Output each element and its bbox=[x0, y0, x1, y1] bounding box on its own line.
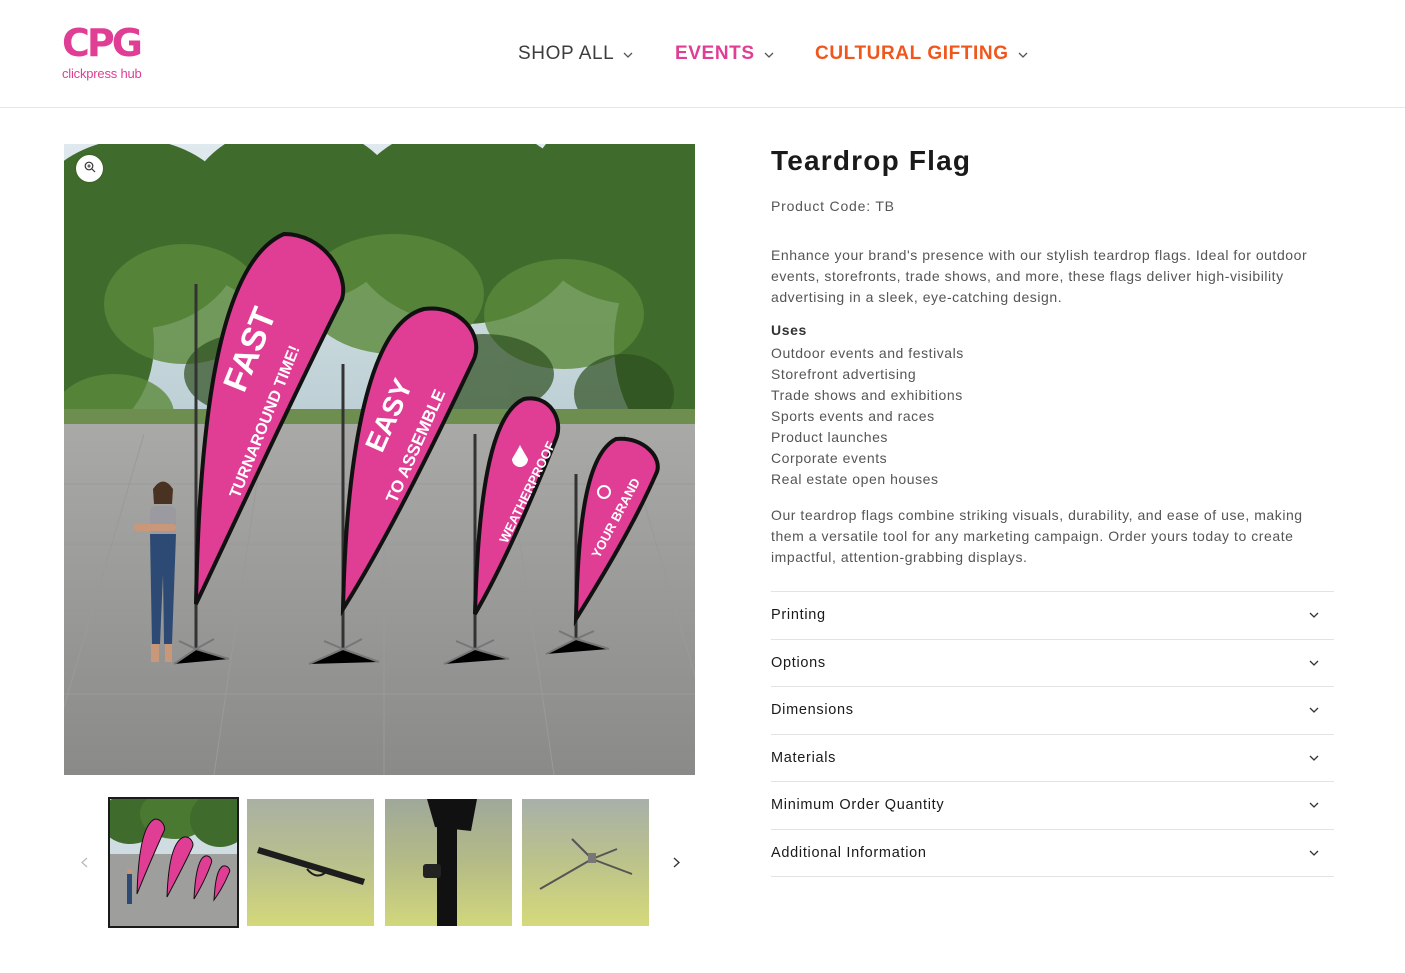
nav-shop-all-label: SHOP ALL bbox=[518, 43, 615, 64]
zoom-in-icon bbox=[84, 160, 96, 178]
thumbnail-base-image bbox=[522, 799, 649, 926]
chevron-down-icon bbox=[1304, 755, 1324, 761]
main-nav: SHOP ALL EVENTS CULTURAL GIFTING bbox=[0, 42, 1405, 66]
product-title: Teardrop Flag bbox=[771, 145, 972, 176]
logo-subtitle: clickpress hub bbox=[62, 66, 142, 81]
accordion-label: Additional Information bbox=[771, 844, 927, 861]
product-accordion: Printing Options Dimensions Materials Mi… bbox=[771, 591, 1334, 877]
accordion-materials[interactable]: Materials bbox=[771, 735, 1334, 782]
accordion-label: Printing bbox=[771, 607, 826, 624]
uses-item: Outdoor events and festivals bbox=[771, 345, 964, 361]
zoom-button[interactable] bbox=[76, 155, 103, 182]
uses-item: Sports events and races bbox=[771, 408, 935, 424]
uses-list: Outdoor events and festivals Storefront … bbox=[771, 343, 964, 490]
chevron-down-icon bbox=[623, 49, 633, 61]
thumbnail-next-button[interactable] bbox=[666, 852, 686, 874]
uses-item: Real estate open houses bbox=[771, 471, 939, 487]
nav-cultural-gifting-label: CULTURAL GIFTING bbox=[815, 43, 1009, 64]
accordion-label: Materials bbox=[771, 749, 837, 766]
accordion-additional-information[interactable]: Additional Information bbox=[771, 830, 1334, 877]
uses-item: Storefront advertising bbox=[771, 366, 917, 382]
uses-item: Trade shows and exhibitions bbox=[771, 387, 963, 403]
accordion-label: Options bbox=[771, 654, 826, 671]
flags-scene-illustration: FAST TURNAROUND TIME! EASY TO ASSEMBLE W… bbox=[64, 144, 695, 775]
chevron-down-icon bbox=[1304, 707, 1324, 714]
thumbnail-pole-clamp[interactable] bbox=[385, 799, 512, 926]
uses-item: Product launches bbox=[771, 429, 888, 445]
product-code: Product Code: TB bbox=[771, 198, 895, 214]
product-description: Enhance your brand's presence with our s… bbox=[771, 247, 1308, 305]
thumbnail-clamp-image bbox=[385, 799, 512, 926]
thumbnail-carry-bag[interactable] bbox=[247, 799, 374, 926]
nav-events-label: EVENTS bbox=[675, 43, 755, 64]
nav-events[interactable]: EVENTS bbox=[675, 42, 774, 66]
product-closing-text: Our teardrop flags combine striking visu… bbox=[771, 507, 1303, 565]
uses-heading: Uses bbox=[771, 322, 807, 338]
accordion-label: Dimensions bbox=[771, 702, 854, 719]
uses-item: Corporate events bbox=[771, 450, 888, 466]
accordion-dimensions[interactable]: Dimensions bbox=[771, 687, 1334, 735]
chevron-down-icon bbox=[764, 49, 774, 61]
site-header: CPG clickpress hub SHOP ALL EVENTS CULTU… bbox=[0, 0, 1405, 108]
product-main-image[interactable]: FAST TURNAROUND TIME! EASY TO ASSEMBLE W… bbox=[64, 144, 695, 775]
nav-shop-all[interactable]: SHOP ALL bbox=[518, 42, 633, 66]
thumbnail-flags-scene[interactable] bbox=[108, 797, 239, 928]
chevron-down-icon bbox=[1304, 802, 1324, 809]
accordion-options[interactable]: Options bbox=[771, 640, 1334, 687]
accordion-printing[interactable]: Printing bbox=[771, 592, 1334, 640]
chevron-right-icon bbox=[673, 855, 680, 872]
chevron-down-icon bbox=[1018, 49, 1028, 61]
thumbnail-prev-button[interactable] bbox=[74, 852, 94, 874]
accordion-label: Minimum Order Quantity bbox=[771, 797, 945, 814]
chevron-down-icon bbox=[1304, 850, 1324, 856]
chevron-down-icon bbox=[1304, 660, 1324, 666]
thumbnail-bag-image bbox=[247, 799, 374, 926]
nav-cultural-gifting[interactable]: CULTURAL GIFTING bbox=[815, 42, 1028, 66]
thumbnail-cross-base[interactable] bbox=[522, 799, 649, 926]
thumbnail-flags-image bbox=[110, 799, 237, 926]
chevron-down-icon bbox=[1304, 612, 1324, 619]
accordion-minimum-order-quantity[interactable]: Minimum Order Quantity bbox=[771, 782, 1334, 830]
chevron-left-icon bbox=[80, 855, 88, 872]
